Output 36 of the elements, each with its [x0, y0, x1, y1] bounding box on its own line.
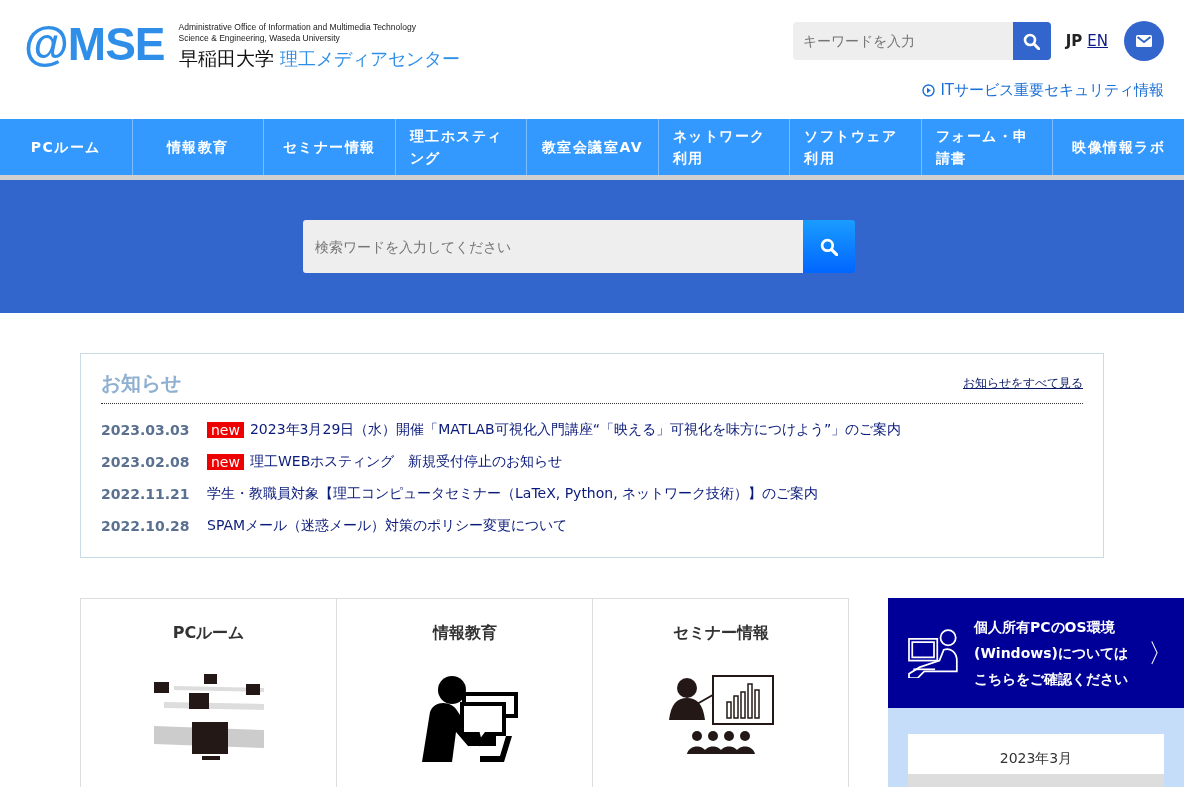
- news-link[interactable]: 2023年3月29日（水）開催「MATLAB可視化入門講座“「映える」可視化を味方につけよう”」のご案内: [249, 421, 902, 439]
- search-icon: [1023, 32, 1041, 50]
- new-badge: new: [207, 454, 244, 470]
- center-name: 理工メディアセンター: [279, 48, 460, 69]
- news-link[interactable]: 学生・教職員対象【理工コンピュータセミナー（LaTeX, Python, ネットワーク技術）】のご案内: [207, 485, 819, 503]
- category-card[interactable]: 情報教育: [336, 599, 592, 787]
- subtitle-text: Administrative Office of Information and Multimedia Technology: [178, 22, 417, 33]
- news-date: 2022.10.28: [101, 518, 191, 534]
- chevron-right-icon: 〉: [1148, 635, 1174, 671]
- security-link[interactable]: ITサービス重要セキュリティ情報: [922, 81, 1164, 100]
- section-title: お知らせ: [101, 370, 181, 397]
- subtitle-text: Science & Engineering, Waseda University: [178, 33, 341, 44]
- category-card[interactable]: PCルーム: [81, 599, 336, 787]
- search-field[interactable]: 検索ワードを入力してください: [303, 220, 803, 273]
- notice-banner[interactable]: 個人所有PCのOS環境 (Windows)については こちらをご確認ください 〉: [888, 598, 1184, 708]
- mail-button[interactable]: [1124, 21, 1164, 61]
- news-date: 2022.11.21: [101, 486, 191, 502]
- news-date: 2023.03.03: [101, 422, 191, 438]
- search-field[interactable]: キーワードを入力: [792, 22, 1013, 60]
- search-button[interactable]: [803, 220, 855, 273]
- news-link[interactable]: 理工WEBホスティング 新規受付停止のお知らせ: [249, 453, 563, 471]
- category-card[interactable]: セミナー情報: [592, 599, 848, 787]
- new-badge: new: [207, 422, 244, 438]
- view-all-link[interactable]: お知らせをすべて見る: [963, 375, 1083, 392]
- calendar-month: 2023年3月: [998, 749, 1074, 768]
- language-link[interactable]: JP: [1065, 32, 1083, 50]
- seminar-presentation-icon: [666, 674, 775, 756]
- search-icon: [820, 237, 838, 256]
- language-link[interactable]: EN: [1087, 32, 1108, 50]
- news-link[interactable]: SPAMメール（迷惑メール）対策のポリシー変更について: [207, 517, 568, 535]
- news-date: 2023.02.08: [101, 454, 191, 470]
- banner-text: 個人所有PCのOS環境 (Windows)については こちらをご確認ください: [974, 618, 1129, 689]
- play-circle-icon: [922, 84, 936, 97]
- search-button[interactable]: [1012, 22, 1051, 60]
- university-name: 早稲田大学: [178, 47, 274, 69]
- envelope-icon: [1135, 34, 1153, 48]
